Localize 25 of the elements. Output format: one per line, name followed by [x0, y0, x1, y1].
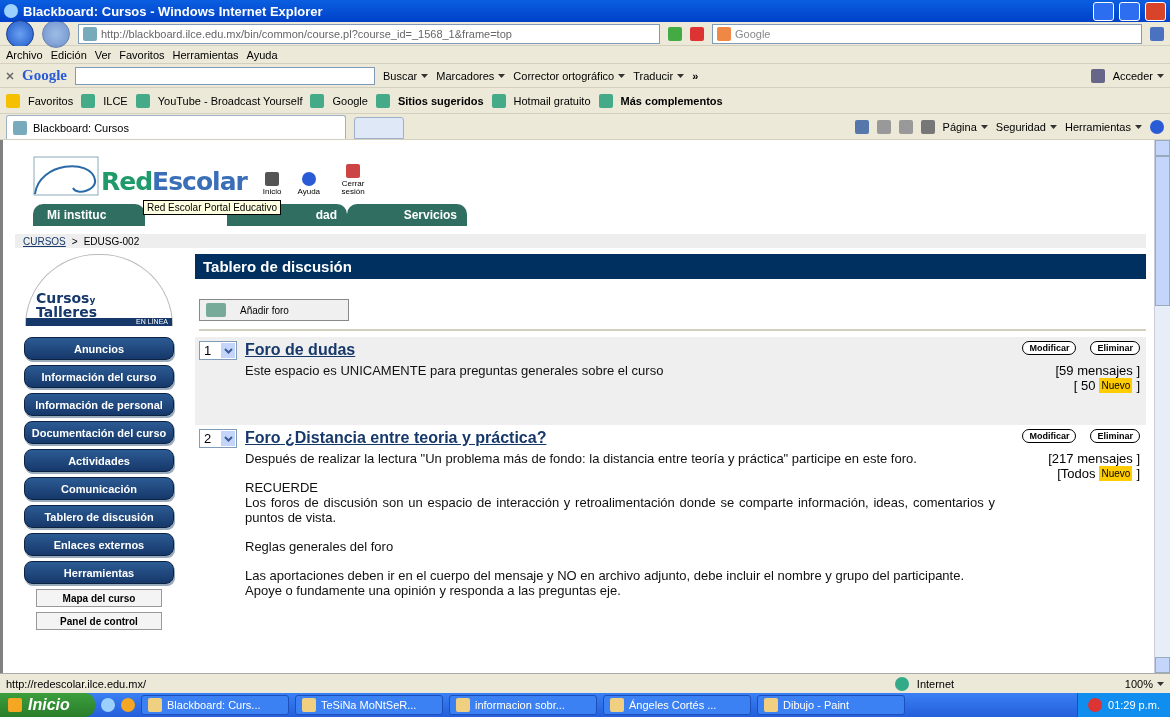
new-count: [Todos [1057, 466, 1096, 481]
forum-description: Reglas generales del foro [245, 539, 395, 554]
new-badge: Nuevo [1099, 378, 1133, 393]
forum-description: RECUERDE [245, 480, 319, 495]
forum-description: Este espacio es UNICAMENTE para preguntas generales sobre el curso [245, 363, 665, 378]
new-count: [ 50 [1073, 378, 1096, 393]
bracket-text: ] [1136, 466, 1140, 481]
tooltip: Red Escolar Portal Educativo [143, 200, 282, 215]
message-count: [217 mensajes ] [1048, 451, 1140, 466]
message-count: [59 mensajes ] [1055, 363, 1140, 378]
forum-description: Después de realizar la lectura "Un problema más de fondo: la distancia entre teoría y práctica" participe en este foro. [245, 451, 918, 466]
clock: 01:29 p.m. [1108, 699, 1160, 711]
zone-label: Internet [916, 677, 956, 690]
breadcrumb-separator: > [71, 235, 78, 247]
window-title: Blackboard: Cursos - Windows Internet Explorer [23, 3, 324, 19]
section-title: Tablero de discusión [195, 254, 1146, 279]
bracket-text: ] [1136, 378, 1140, 393]
forum-description: Apoye o fundamente una opinión y responda a las preguntas eje. [245, 583, 622, 598]
google-toolbar-logo: Google [22, 67, 67, 84]
new-badge: Nuevo [1099, 466, 1133, 481]
status-url: http://redescolar.ilce.edu.mx/ [6, 677, 147, 690]
site-logo: RedEscolar [101, 167, 247, 196]
forum-description: Las aportaciones deben ir en el cuerpo del mensaje y NO en archivo adjunto, debe incluir el nombre y grupo del participante. [245, 568, 966, 583]
breadcrumb-current: EDUSG-002 [83, 235, 140, 247]
forum-description: Los foros de discusión son un espacio de interacción y retroalimentación donde se comparte información, ideas, comentarios y puntos de vista. [245, 495, 995, 525]
